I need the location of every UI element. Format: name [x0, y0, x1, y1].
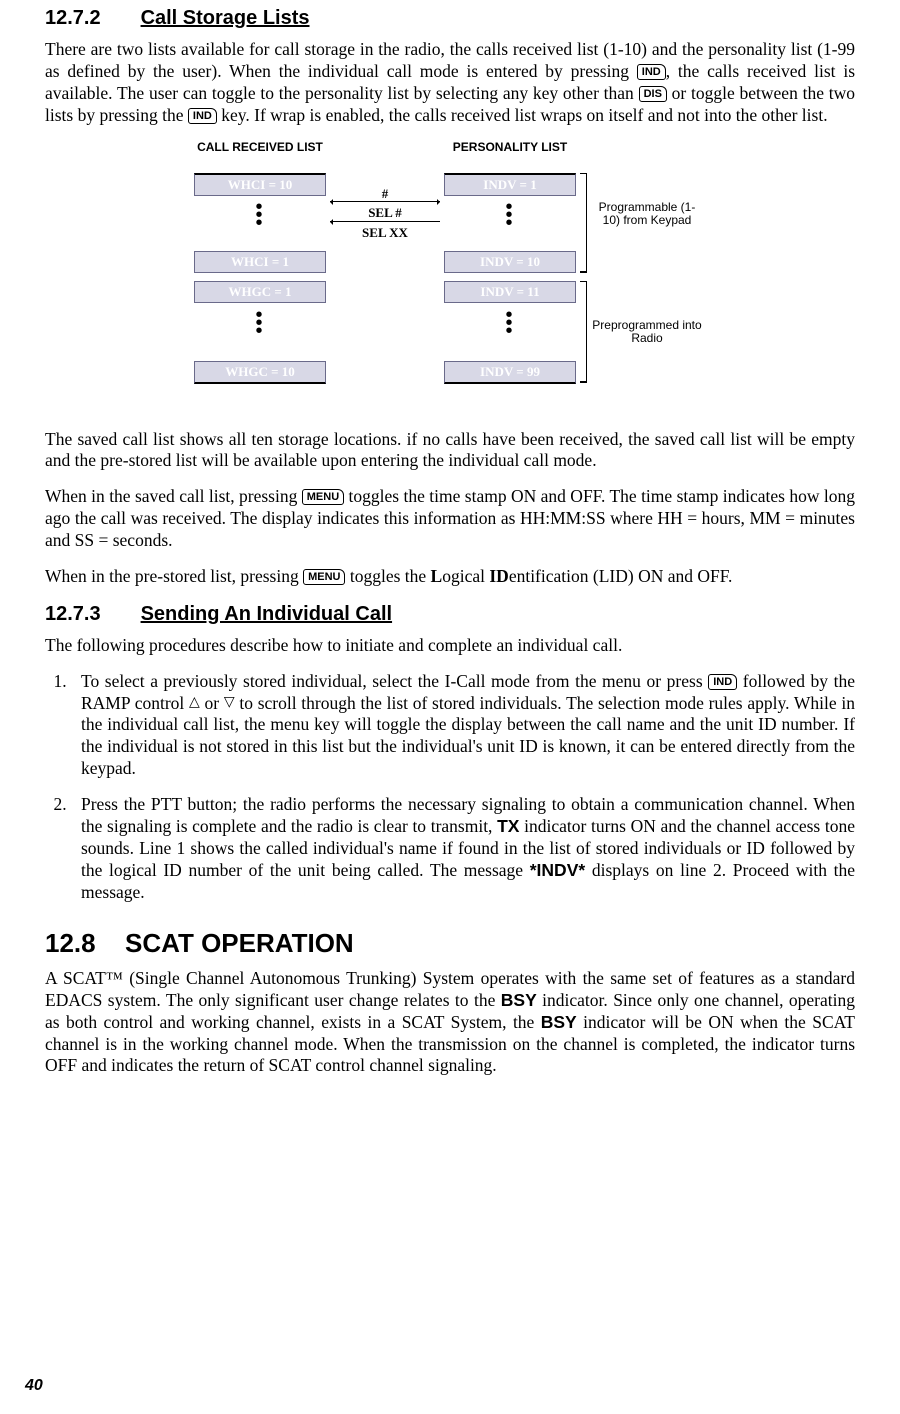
text-bold: ID — [489, 566, 508, 586]
text: entification (LID) ON and OFF. — [509, 566, 733, 586]
text-bold: BSY — [541, 1012, 577, 1032]
text: key. If wrap is enabled, the calls recei… — [217, 105, 828, 125]
ind-key-icon: IND — [188, 108, 217, 124]
diagram-cell: INDV = 10 — [444, 251, 576, 273]
section-title: Call Storage Lists — [141, 7, 310, 29]
menu-key-icon: MENU — [302, 489, 344, 505]
dis-key-icon: DIS — [639, 86, 667, 102]
text-bold: BSY — [501, 990, 537, 1010]
ind-key-icon: IND — [637, 64, 666, 80]
ramp-down-icon: ▽ — [224, 696, 235, 710]
text-bold: TX — [497, 816, 519, 836]
diagram-cell: WHCI = 1 — [194, 251, 326, 273]
diagram-mid-label: SEL XX — [340, 225, 430, 241]
menu-key-icon: MENU — [303, 569, 345, 585]
call-lists-diagram: CALL RECEIVED LIST PERSONALITY LIST WHCI… — [180, 141, 720, 411]
text-bold: *INDV* — [530, 860, 585, 880]
diagram-cell: INDV = 99 — [444, 361, 576, 384]
diagram-mid-label: SEL # — [340, 205, 430, 221]
text: toggles the — [345, 566, 430, 586]
section-heading-1273: 12.7.3 Sending An Individual Call — [45, 602, 855, 627]
brace-icon — [580, 281, 587, 383]
paragraph: When in the pre-stored list, pressing ME… — [45, 566, 855, 588]
diagram-header-left: CALL RECEIVED LIST — [190, 141, 330, 154]
page-number: 40 — [25, 1376, 43, 1396]
text: ogical — [442, 566, 489, 586]
text: To select a previously stored individual… — [81, 671, 708, 691]
diagram-cell: WHGC = 1 — [194, 281, 326, 303]
ramp-up-icon: △ — [189, 696, 200, 710]
diagram-cell: INDV = 11 — [444, 281, 576, 303]
dots-icon: ••• — [194, 311, 324, 335]
dots-icon: ••• — [444, 311, 574, 335]
list-item: Press the PTT button; the radio performs… — [71, 794, 855, 903]
procedure-list: To select a previously stored individual… — [45, 671, 855, 904]
diagram-side-label: Programmable (1-10) from Keypad — [592, 201, 702, 227]
dots-icon: ••• — [444, 203, 574, 227]
diagram-cell: INDV = 1 — [444, 173, 576, 196]
diagram-cell: WHGC = 10 — [194, 361, 326, 384]
diagram-side-label: Preprogrammed into Radio — [592, 319, 702, 345]
arrow-icon — [330, 201, 440, 203]
text: or — [200, 693, 224, 713]
section-heading-128: 12.8SCAT OPERATION — [45, 927, 855, 960]
paragraph: The following procedures describe how to… — [45, 635, 855, 657]
section-title: Sending An Individual Call — [141, 603, 393, 625]
text-bold: L — [431, 566, 443, 586]
text: When in the pre-stored list, pressing — [45, 566, 303, 586]
dots-icon: ••• — [194, 203, 324, 227]
paragraph: When in the saved call list, pressing ME… — [45, 486, 855, 552]
diagram-header-right: PERSONALITY LIST — [440, 141, 580, 154]
section-number: 12.8 — [45, 927, 125, 960]
ind-key-icon: IND — [708, 674, 737, 690]
diagram-cell: WHCI = 10 — [194, 173, 326, 196]
brace-icon — [580, 173, 587, 273]
text: When in the saved call list, pressing — [45, 486, 302, 506]
paragraph: A SCAT™ (Single Channel Autonomous Trunk… — [45, 968, 855, 1077]
section-number: 12.7.3 — [45, 602, 135, 627]
section-number: 12.7.2 — [45, 6, 135, 31]
diagram-mid-label: # — [340, 186, 430, 202]
section-title: SCAT OPERATION — [125, 928, 354, 958]
section-heading-1272: 12.7.2 Call Storage Lists — [45, 6, 855, 31]
paragraph: The saved call list shows all ten storag… — [45, 429, 855, 473]
list-item: To select a previously stored individual… — [71, 671, 855, 780]
arrow-icon — [330, 221, 440, 223]
paragraph: There are two lists available for call s… — [45, 39, 855, 127]
